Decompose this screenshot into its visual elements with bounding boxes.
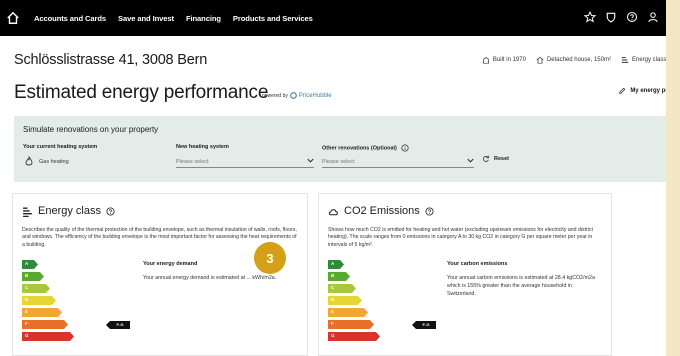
co2-emissions-card: CO2 Emissions Shows how much CO2 is emit… — [318, 193, 612, 356]
simulate-renovations-panel: Simulate renovations on your property Yo… — [14, 116, 666, 182]
home-icon[interactable] — [6, 11, 20, 25]
energy-class-bar-g: G — [22, 332, 74, 341]
app-frame: Accounts and Cards Save and Invest Finan… — [0, 0, 680, 356]
chevron-down-icon[interactable] — [306, 156, 315, 165]
built-year-text: Built in 1970 — [492, 57, 526, 63]
reset-button[interactable]: Reset — [482, 155, 509, 163]
help-icon[interactable] — [425, 206, 434, 216]
current-class-marker: F-G — [106, 321, 130, 329]
flame-icon — [25, 156, 33, 166]
top-navigation: Accounts and Cards Save and Invest Finan… — [0, 0, 680, 36]
help-icon[interactable] — [106, 206, 115, 216]
carbon-emissions-heading: Your carbon emissions — [447, 261, 508, 267]
pricehubble-brand: PriceHubble — [298, 92, 332, 99]
frame-edge — [666, 0, 680, 356]
co2-emissions-description: Shows how much CO2 is emitted for heatin… — [328, 227, 593, 248]
edit-icon — [619, 87, 626, 94]
energy-class-bar-c: C — [22, 284, 50, 293]
powered-by-text: powered by — [262, 92, 288, 99]
energy-class-bar-g: G — [328, 332, 380, 341]
other-renovations-text: Other renovations (Optional) — [322, 145, 397, 152]
co2-emissions-title: CO2 Emissions — [328, 205, 434, 217]
energy-class-bar-label: F — [331, 321, 334, 326]
energy-class-bar-d: D — [328, 296, 362, 305]
property-meta: Built in 1970 Detached house, 150m² Ener… — [482, 56, 680, 64]
new-heating-underline — [176, 167, 314, 168]
step-badge: 3 — [254, 242, 286, 274]
other-renovations-select[interactable]: Please select — [322, 159, 355, 165]
energy-class-bar-label: E — [25, 309, 29, 314]
property-address: Schlösslistrasse 41, 3008 Bern — [14, 52, 208, 68]
energy-class-bar-f: F — [328, 320, 374, 329]
nav-financing[interactable]: Financing — [186, 14, 221, 23]
new-heating-select[interactable]: Please select — [176, 159, 209, 165]
energy-class-bar-f: F — [22, 320, 68, 329]
energy-class-bar-label: D — [331, 297, 335, 302]
energy-class-bar-label: G — [25, 333, 29, 338]
energy-class-bar-e: E — [328, 308, 368, 317]
energy-scale-icon — [23, 207, 32, 217]
page-title: Estimated energy performance — [14, 82, 269, 103]
simulate-title: Simulate renovations on your property — [23, 125, 159, 134]
energy-class-bar-label: C — [331, 285, 335, 290]
powered-by: powered by PriceHubble — [262, 92, 332, 99]
built-year-info: Built in 1970 — [482, 56, 526, 64]
nav-accounts-cards[interactable]: Accounts and Cards — [34, 14, 106, 23]
building-icon — [482, 57, 490, 64]
current-heating-label: Your current heating system — [23, 144, 98, 150]
energy-class-bar-label: F — [25, 321, 28, 326]
energy-class-title: Energy class — [22, 205, 115, 217]
house-type-info: Detached house, 150m² — [536, 56, 611, 64]
user-icon[interactable] — [647, 11, 659, 23]
energy-class-bar-label: A — [331, 261, 335, 266]
energy-demand-text: Your annual energy demand is estimated a… — [143, 275, 277, 281]
energy-class-bar-label: G — [331, 333, 335, 338]
reset-icon — [483, 155, 489, 162]
energy-class-bar-e: E — [22, 308, 62, 317]
energy-class-card: Energy class Describes the quality of th… — [12, 193, 308, 356]
energy-class-scale: A B C D E F G F-G — [22, 260, 142, 350]
co2-class-scale: A B C D E F G F-G — [328, 260, 448, 350]
energy-class-bar-a: A — [328, 260, 344, 269]
energy-demand-heading: Your energy demand — [143, 261, 198, 267]
energy-class-bar-d: D — [22, 296, 56, 305]
energy-class-bar-label: B — [331, 273, 335, 278]
energy-class-bar-a: A — [22, 260, 38, 269]
nav-save-invest[interactable]: Save and Invest — [118, 14, 174, 23]
carbon-emissions-text: Your annual carbon emissions is estimate… — [447, 275, 595, 297]
reset-label: Reset — [494, 156, 509, 162]
info-icon[interactable] — [401, 144, 409, 152]
nav-products-services[interactable]: Products and Services — [233, 14, 313, 23]
other-renovations-label: Other renovations (Optional) — [322, 144, 409, 152]
current-heating-value: Gas heating — [39, 159, 69, 165]
energy-icon — [621, 57, 629, 63]
pricehubble-logo-icon — [289, 92, 297, 99]
energy-class-bar-b: B — [328, 272, 350, 281]
energy-class-bar-label: B — [25, 273, 29, 278]
co2-emissions-title-text: CO2 Emissions — [344, 205, 420, 217]
house-type-text: Detached house, 150m² — [546, 57, 611, 63]
current-class-marker: F-G — [412, 321, 436, 329]
energy-class-bar-label: D — [25, 297, 29, 302]
energy-class-bar-b: B — [22, 272, 44, 281]
energy-class-bar-label: E — [331, 309, 335, 314]
help-icon[interactable] — [626, 11, 638, 23]
shield-icon[interactable] — [605, 11, 617, 23]
new-heating-label: New heating system — [176, 144, 229, 150]
energy-class-bar-label: A — [25, 261, 29, 266]
chevron-down-icon[interactable] — [466, 156, 475, 165]
cloud-icon — [328, 208, 338, 215]
energy-class-title-text: Energy class — [38, 205, 101, 217]
energy-class-bar-c: C — [328, 284, 356, 293]
other-renovations-underline — [322, 167, 474, 168]
energy-class-bar-label: C — [25, 285, 29, 290]
house-icon — [536, 56, 544, 64]
star-icon[interactable] — [584, 11, 596, 23]
